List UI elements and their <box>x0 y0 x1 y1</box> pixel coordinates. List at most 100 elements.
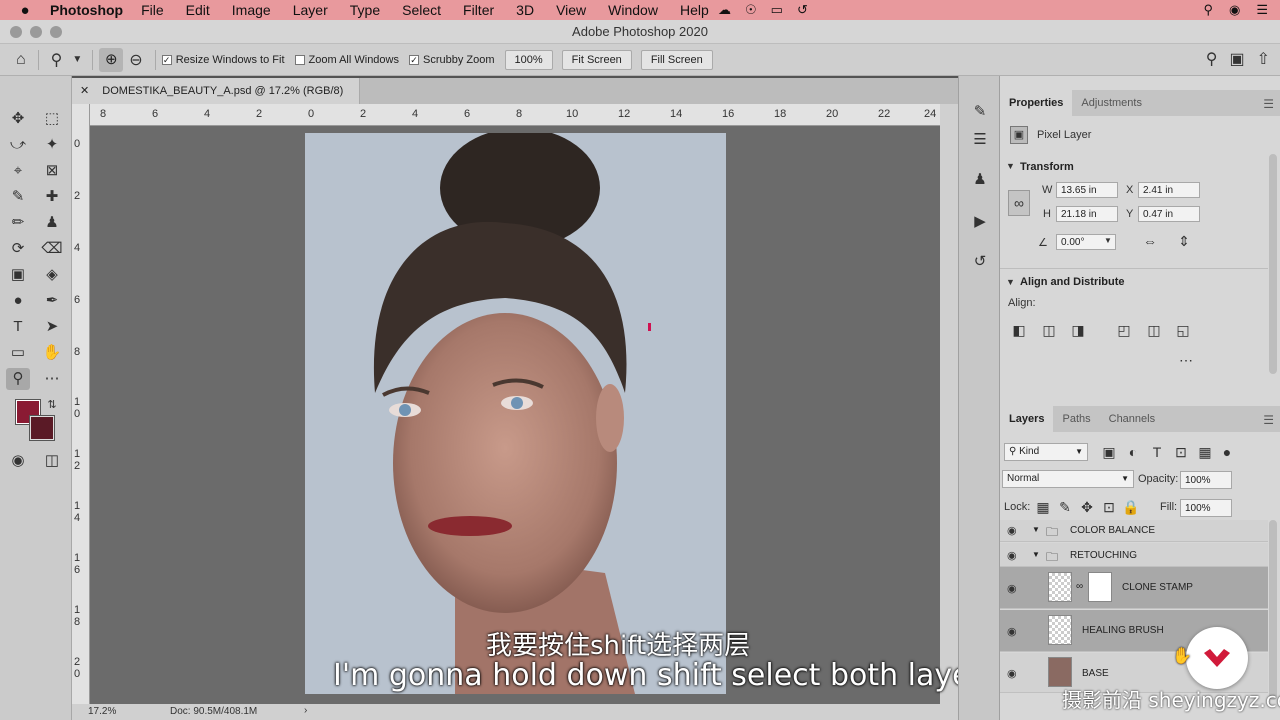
tab-properties[interactable]: Properties <box>1000 90 1073 116</box>
scrubby-zoom-checkbox[interactable]: ✓ Scrubby Zoom <box>409 54 495 66</box>
filter-smart-object-icon[interactable]: ▦ <box>1196 444 1214 461</box>
width-field[interactable] <box>1056 182 1118 198</box>
menu-type[interactable]: Type <box>350 2 380 18</box>
chevron-down-icon[interactable]: ▼ <box>72 54 82 65</box>
clone-source-icon[interactable]: ♟ <box>968 168 992 192</box>
search-icon[interactable]: ⚲ <box>1203 2 1213 18</box>
fit-screen-button[interactable]: Fit Screen <box>561 49 632 70</box>
align-right-icon[interactable]: ◨ <box>1069 322 1087 339</box>
frame-tool-icon[interactable]: ⊠ <box>40 160 64 182</box>
layer-clone-stamp[interactable]: ◉ ∞ CLONE STAMP <box>1000 567 1268 609</box>
hand-tool-icon[interactable]: ✋ <box>40 342 64 364</box>
home-icon[interactable]: ⌂ <box>16 51 26 69</box>
status-zoom[interactable]: 17.2% <box>88 706 116 717</box>
lock-all-icon[interactable]: 🔒 <box>1122 499 1140 516</box>
layer-group-color-balance[interactable]: ◉ ▼ 🗀 COLOR BALANCE <box>1000 520 1268 542</box>
menu-view[interactable]: View <box>556 2 586 18</box>
height-field[interactable] <box>1056 206 1118 222</box>
siri-icon[interactable]: ◉ <box>1229 2 1240 18</box>
menu-edit[interactable]: Edit <box>186 2 210 18</box>
dodge-tool-icon[interactable]: ● <box>6 290 30 312</box>
tab-adjustments[interactable]: Adjustments <box>1072 90 1151 116</box>
zoom-tool-preset-icon[interactable]: ⚲ <box>51 50 63 70</box>
pen-tool-icon[interactable]: ✒ <box>40 290 64 312</box>
clone-stamp-tool-icon[interactable]: ♟ <box>40 212 64 234</box>
link-icon[interactable]: ∞ <box>1008 190 1030 216</box>
actions-play-icon[interactable]: ▶ <box>968 210 992 234</box>
y-field[interactable] <box>1138 206 1200 222</box>
kind-filter-select[interactable]: ⚲ Kind ▼ <box>1004 443 1088 461</box>
menu-layer[interactable]: Layer <box>293 2 328 18</box>
cloud-icon[interactable]: ☁ <box>718 2 731 18</box>
layer-mask-thumbnail[interactable] <box>1088 572 1112 602</box>
eye-icon[interactable]: ◉ <box>1007 549 1017 562</box>
tab-layers[interactable]: Layers <box>1000 406 1054 432</box>
background-color-swatch[interactable] <box>29 415 55 441</box>
creative-cloud-icon[interactable]: ☉ <box>745 2 757 18</box>
x-field[interactable] <box>1138 182 1200 198</box>
layer-group-retouching[interactable]: ◉ ▼ 🗀 RETOUCHING <box>1000 543 1268 567</box>
gradient-tool-icon[interactable]: ▣ <box>6 264 30 286</box>
brush-settings-icon[interactable]: ✎ <box>968 100 992 124</box>
menu-image[interactable]: Image <box>232 2 271 18</box>
opacity-field[interactable] <box>1180 471 1232 489</box>
eye-icon[interactable]: ◉ <box>1007 582 1017 595</box>
control-center-icon[interactable]: ☰ <box>1256 2 1268 18</box>
move-tool-icon[interactable]: ✥ <box>6 108 30 130</box>
lasso-tool-icon[interactable]: ⤻ <box>6 134 30 156</box>
screen-mode-icon[interactable]: ◫ <box>40 450 64 472</box>
lock-transparency-icon[interactable]: ▦ <box>1034 499 1052 516</box>
type-tool-icon[interactable]: T <box>6 316 30 338</box>
filter-pixel-icon[interactable]: ▣ <box>1100 444 1118 461</box>
tab-paths[interactable]: Paths <box>1053 406 1099 432</box>
menu-help[interactable]: Help <box>680 2 709 18</box>
chevron-down-icon[interactable]: ▼ <box>1104 236 1112 245</box>
more-tools-icon[interactable]: ⋯ <box>40 368 64 390</box>
search-icon[interactable]: ⚲ <box>1206 49 1218 69</box>
quick-mask-icon[interactable]: ◉ <box>6 450 30 472</box>
app-menu[interactable]: Photoshop <box>50 2 123 18</box>
align-bottom-icon[interactable]: ◱ <box>1174 322 1192 339</box>
tab-channels[interactable]: Channels <box>1100 406 1164 432</box>
align-left-icon[interactable]: ◧ <box>1010 322 1028 339</box>
filter-type-icon[interactable]: T <box>1148 444 1166 460</box>
apple-icon[interactable]: ● <box>0 2 50 19</box>
align-section[interactable]: Align and Distribute <box>1020 276 1125 288</box>
airplay-icon[interactable]: ▭ <box>771 2 783 18</box>
chevron-right-icon[interactable]: › <box>304 705 307 716</box>
panel-menu-icon[interactable]: ☰ <box>1263 413 1274 427</box>
document-image[interactable] <box>305 133 726 694</box>
share-icon[interactable]: ⇧ <box>1257 49 1270 69</box>
brush-tool-icon[interactable]: ✏ <box>6 212 30 234</box>
rectangle-tool-icon[interactable]: ▭ <box>6 342 30 364</box>
eye-icon[interactable]: ◉ <box>1007 524 1017 537</box>
zoom-in-icon[interactable]: ⊕ <box>99 47 124 72</box>
menu-select[interactable]: Select <box>402 2 441 18</box>
magic-wand-tool-icon[interactable]: ✦ <box>40 134 64 156</box>
zoom-all-windows-checkbox[interactable]: Zoom All Windows <box>294 54 399 66</box>
eraser-tool-icon[interactable]: ⌫ <box>40 238 64 260</box>
path-selection-tool-icon[interactable]: ➤ <box>40 316 64 338</box>
blend-mode-select[interactable]: Normal ▼ <box>1002 470 1134 488</box>
history-brush-tool-icon[interactable]: ⟳ <box>6 238 30 260</box>
lock-position-icon[interactable]: ✥ <box>1078 499 1096 516</box>
properties-scrollbar[interactable] <box>1269 154 1277 374</box>
filter-toggle-icon[interactable]: ● <box>1218 444 1236 460</box>
zoom-tool-icon[interactable]: ⚲ <box>6 368 30 390</box>
marquee-tool-icon[interactable]: ⬚ <box>40 108 64 130</box>
blur-tool-icon[interactable]: ◈ <box>40 264 64 286</box>
filter-shape-icon[interactable]: ⊡ <box>1172 444 1190 461</box>
menu-filter[interactable]: Filter <box>463 2 494 18</box>
eyedropper-tool-icon[interactable]: ✎ <box>6 186 30 208</box>
panel-menu-icon[interactable]: ☰ <box>1263 97 1274 111</box>
eye-icon[interactable]: ◉ <box>1007 625 1017 638</box>
adjustments-icon[interactable]: ☰ <box>968 128 992 152</box>
chevron-down-icon[interactable]: ▼ <box>1032 525 1040 534</box>
lock-pixels-icon[interactable]: ✎ <box>1056 499 1074 516</box>
menu-file[interactable]: File <box>141 2 164 18</box>
close-icon[interactable]: ✕ <box>80 85 89 97</box>
align-top-icon[interactable]: ◰ <box>1115 322 1133 339</box>
crop-tool-icon[interactable]: ⌖ <box>6 160 30 182</box>
healing-brush-tool-icon[interactable]: ✚ <box>40 186 64 208</box>
vertical-scrollbar[interactable] <box>940 104 958 704</box>
